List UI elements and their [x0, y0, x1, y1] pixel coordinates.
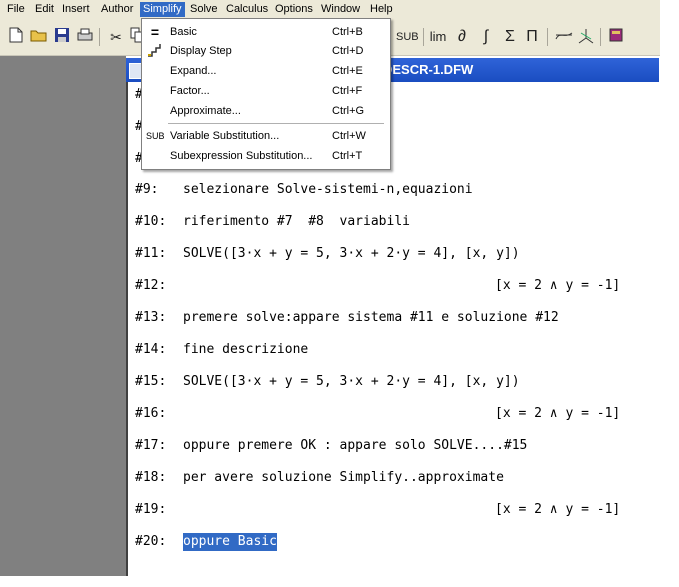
menu-file[interactable]: File — [4, 2, 28, 17]
menu-item-approximate[interactable]: Approximate... Ctrl+G — [142, 102, 388, 120]
toolbar-separator — [600, 28, 601, 46]
menu-item-variable-substitution[interactable]: SUB Variable Substitution... Ctrl+W — [142, 127, 388, 145]
toolbar-separator — [423, 28, 424, 46]
line-text: selezionare Solve-sistemi-n,equazioni — [183, 182, 473, 197]
expression-line[interactable]: #17: oppure premere OK : appare solo SOL… — [135, 437, 527, 455]
line-text: fine descrizione — [183, 342, 309, 357]
open-folder-icon[interactable] — [29, 27, 49, 47]
expression-line[interactable]: #18: per avere soluzione Simplify..appro… — [135, 469, 504, 487]
line-number: #14: — [135, 342, 167, 357]
selected-text: oppure Basic — [183, 533, 277, 551]
line-result: [x = 2 ∧ y = -1] — [495, 406, 621, 421]
line-result: [x = 2 ∧ y = -1] — [495, 502, 621, 517]
menu-author[interactable]: Author — [98, 2, 136, 17]
limit-icon[interactable]: lim — [428, 27, 448, 47]
line-number: #19: — [135, 502, 167, 517]
menu-help[interactable]: Help — [367, 2, 396, 17]
line-number: #11: — [135, 246, 167, 261]
menu-item-display-step[interactable]: Display Step Ctrl+D — [142, 42, 388, 60]
expression-line[interactable]: #15: SOLVE([3·x + y = 5, 3·x + 2·y = 4],… — [135, 373, 520, 391]
window-title: DESCR-1.DFW — [383, 62, 474, 77]
line-text: SOLVE([3·x + y = 5, 3·x + 2·y = 4], [x, … — [183, 246, 520, 261]
line-text: oppure premere OK : appare solo SOLVE...… — [183, 438, 528, 453]
book-icon[interactable] — [606, 27, 626, 47]
plot-3d-icon[interactable] — [576, 27, 596, 47]
expression-line[interactable]: #13: premere solve:appare sistema #11 e … — [135, 309, 559, 327]
expression-line[interactable]: #16: [x = 2 ∧ y = -1] — [135, 405, 620, 423]
menu-item-subexpression-substitution[interactable]: Subexpression Substitution... Ctrl+T — [142, 147, 388, 165]
menu-solve[interactable]: Solve — [187, 2, 221, 17]
product-icon[interactable]: Π — [522, 27, 542, 47]
menu-item-expand[interactable]: Expand... Ctrl+E — [142, 62, 388, 80]
right-margin — [659, 56, 679, 576]
expression-line[interactable]: #12: [x = 2 ∧ y = -1] — [135, 277, 620, 295]
toolbar-separator — [99, 28, 100, 46]
sub-icon[interactable]: SUB — [396, 27, 419, 47]
toolbar-separator — [547, 28, 548, 46]
line-result: [x = 2 ∧ y = -1] — [495, 278, 621, 293]
menu-simplify[interactable]: Simplify — [140, 2, 185, 17]
menu-item-basic[interactable]: = Basic Ctrl+B — [142, 23, 388, 41]
cut-icon[interactable]: ✂ — [106, 27, 126, 47]
line-text: per avere soluzione Simplify..approximat… — [183, 470, 504, 485]
simplify-dropdown-menu: = Basic Ctrl+B Display Step Ctrl+D Expan… — [141, 18, 391, 170]
print-icon[interactable] — [75, 27, 95, 47]
expression-line[interactable]: #9: selezionare Solve-sistemi-n,equazion… — [135, 181, 473, 199]
menu-separator — [168, 123, 384, 124]
steps-icon — [146, 43, 164, 59]
line-number: #15: — [135, 374, 167, 389]
integral-icon[interactable]: ∫ — [476, 27, 496, 47]
line-number: #9: — [135, 182, 159, 197]
expression-line[interactable]: #11: SOLVE([3·x + y = 5, 3·x + 2·y = 4],… — [135, 245, 520, 263]
sum-icon[interactable]: Σ — [500, 27, 520, 47]
line-number: #12: — [135, 278, 167, 293]
menu-edit[interactable]: Edit — [32, 2, 57, 17]
menu-insert[interactable]: Insert — [59, 2, 93, 17]
line-text: SOLVE([3·x + y = 5, 3·x + 2·y = 4], [x, … — [183, 374, 520, 389]
line-number: #10: — [135, 214, 167, 229]
save-icon[interactable] — [52, 27, 72, 47]
expression-line[interactable]: #10: riferimento #7 #8 variabili — [135, 213, 410, 231]
line-number: #13: — [135, 310, 167, 325]
sub-icon: SUB — [146, 131, 165, 141]
expression-line-selected[interactable]: #20: oppure Basic — [135, 533, 277, 551]
menu-calculus[interactable]: Calculus — [223, 2, 271, 17]
expression-line[interactable]: #19: [x = 2 ∧ y = -1] — [135, 501, 620, 519]
menu-window[interactable]: Window — [318, 2, 363, 17]
menu-bar: File Edit Insert Author Simplify Solve C… — [0, 0, 660, 19]
line-number: #18: — [135, 470, 167, 485]
expression-line[interactable]: #14: fine descrizione — [135, 341, 308, 359]
line-number: #16: — [135, 406, 167, 421]
menu-options[interactable]: Options — [272, 2, 316, 17]
menu-item-factor[interactable]: Factor... Ctrl+F — [142, 82, 388, 100]
plot-2d-icon[interactable] — [554, 27, 574, 47]
line-number: #20: — [135, 534, 167, 549]
line-text: riferimento #7 #8 variabili — [183, 214, 410, 229]
derivative-icon[interactable]: ∂ — [452, 27, 472, 47]
mdi-background — [0, 56, 126, 576]
new-file-icon[interactable] — [6, 27, 26, 47]
line-number: #17: — [135, 438, 167, 453]
line-text: premere solve:appare sistema #11 e soluz… — [183, 310, 559, 325]
equals-icon: = — [150, 24, 160, 40]
